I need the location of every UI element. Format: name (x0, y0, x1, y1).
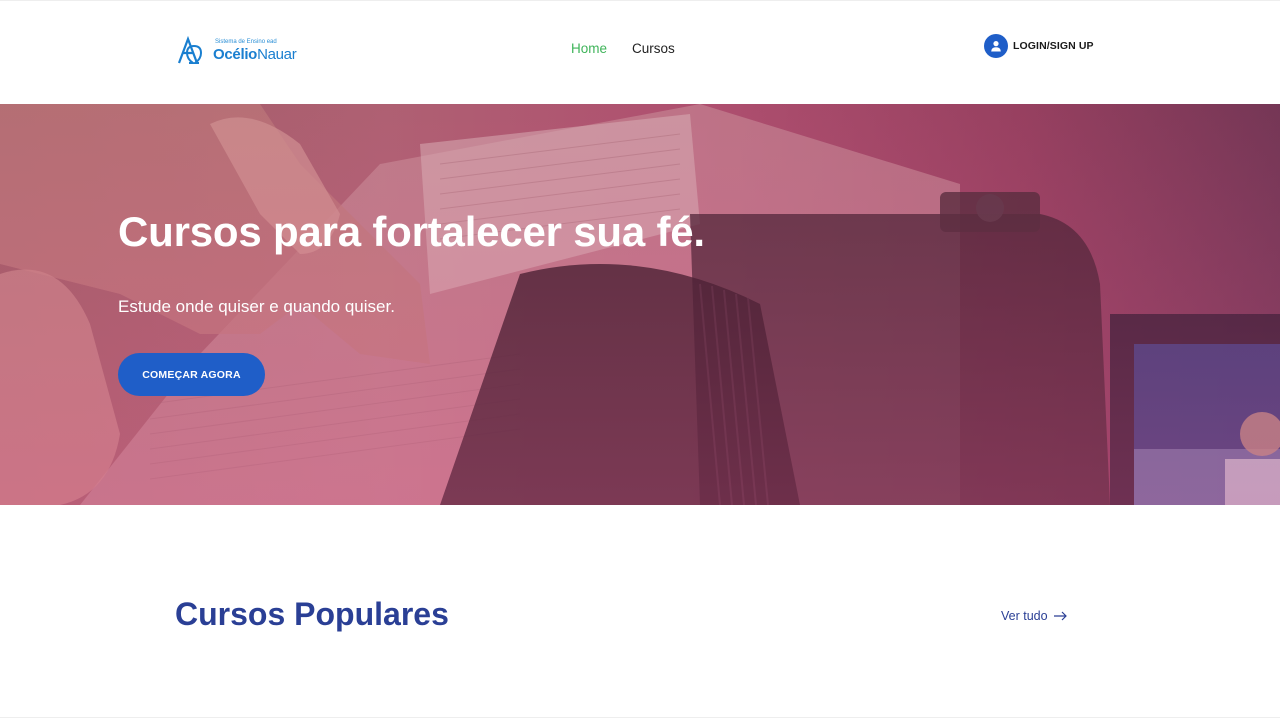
arrow-right-icon (1053, 611, 1067, 621)
login-signup-button[interactable]: LOGIN/SIGN UP (984, 34, 1094, 58)
hero-subtitle: Estude onde quiser e quando quiser. (118, 297, 395, 316)
site-header: Sistema de Ensino ead OcélioNauar Home C… (0, 0, 1280, 104)
nav-item-cursos[interactable]: Cursos (632, 41, 675, 56)
login-signup-label: LOGIN/SIGN UP (1013, 40, 1094, 52)
nav-item-home[interactable]: Home (571, 41, 607, 56)
user-icon (984, 34, 1008, 58)
start-now-button[interactable]: COMEÇAR AGORA (118, 353, 265, 396)
brand-logo[interactable]: Sistema de Ensino ead OcélioNauar (175, 31, 305, 71)
hero-banner: Cursos para fortalecer sua fé. Estude on… (0, 104, 1280, 505)
alpha-omega-logo-icon (175, 33, 211, 69)
brand-name-bold: Océlio (213, 46, 258, 63)
brand-name: OcélioNauar (213, 46, 297, 63)
popular-courses-title: Cursos Populares (175, 596, 449, 632)
main-nav: Home Cursos (571, 41, 675, 56)
section-divider (0, 717, 1280, 718)
see-all-link[interactable]: Ver tudo (1001, 609, 1068, 623)
brand-name-light: Nauar (257, 46, 297, 63)
hero-title: Cursos para fortalecer sua fé. (118, 208, 705, 255)
brand-tagline: Sistema de Ensino ead (215, 39, 277, 45)
see-all-label: Ver tudo (1001, 609, 1048, 623)
